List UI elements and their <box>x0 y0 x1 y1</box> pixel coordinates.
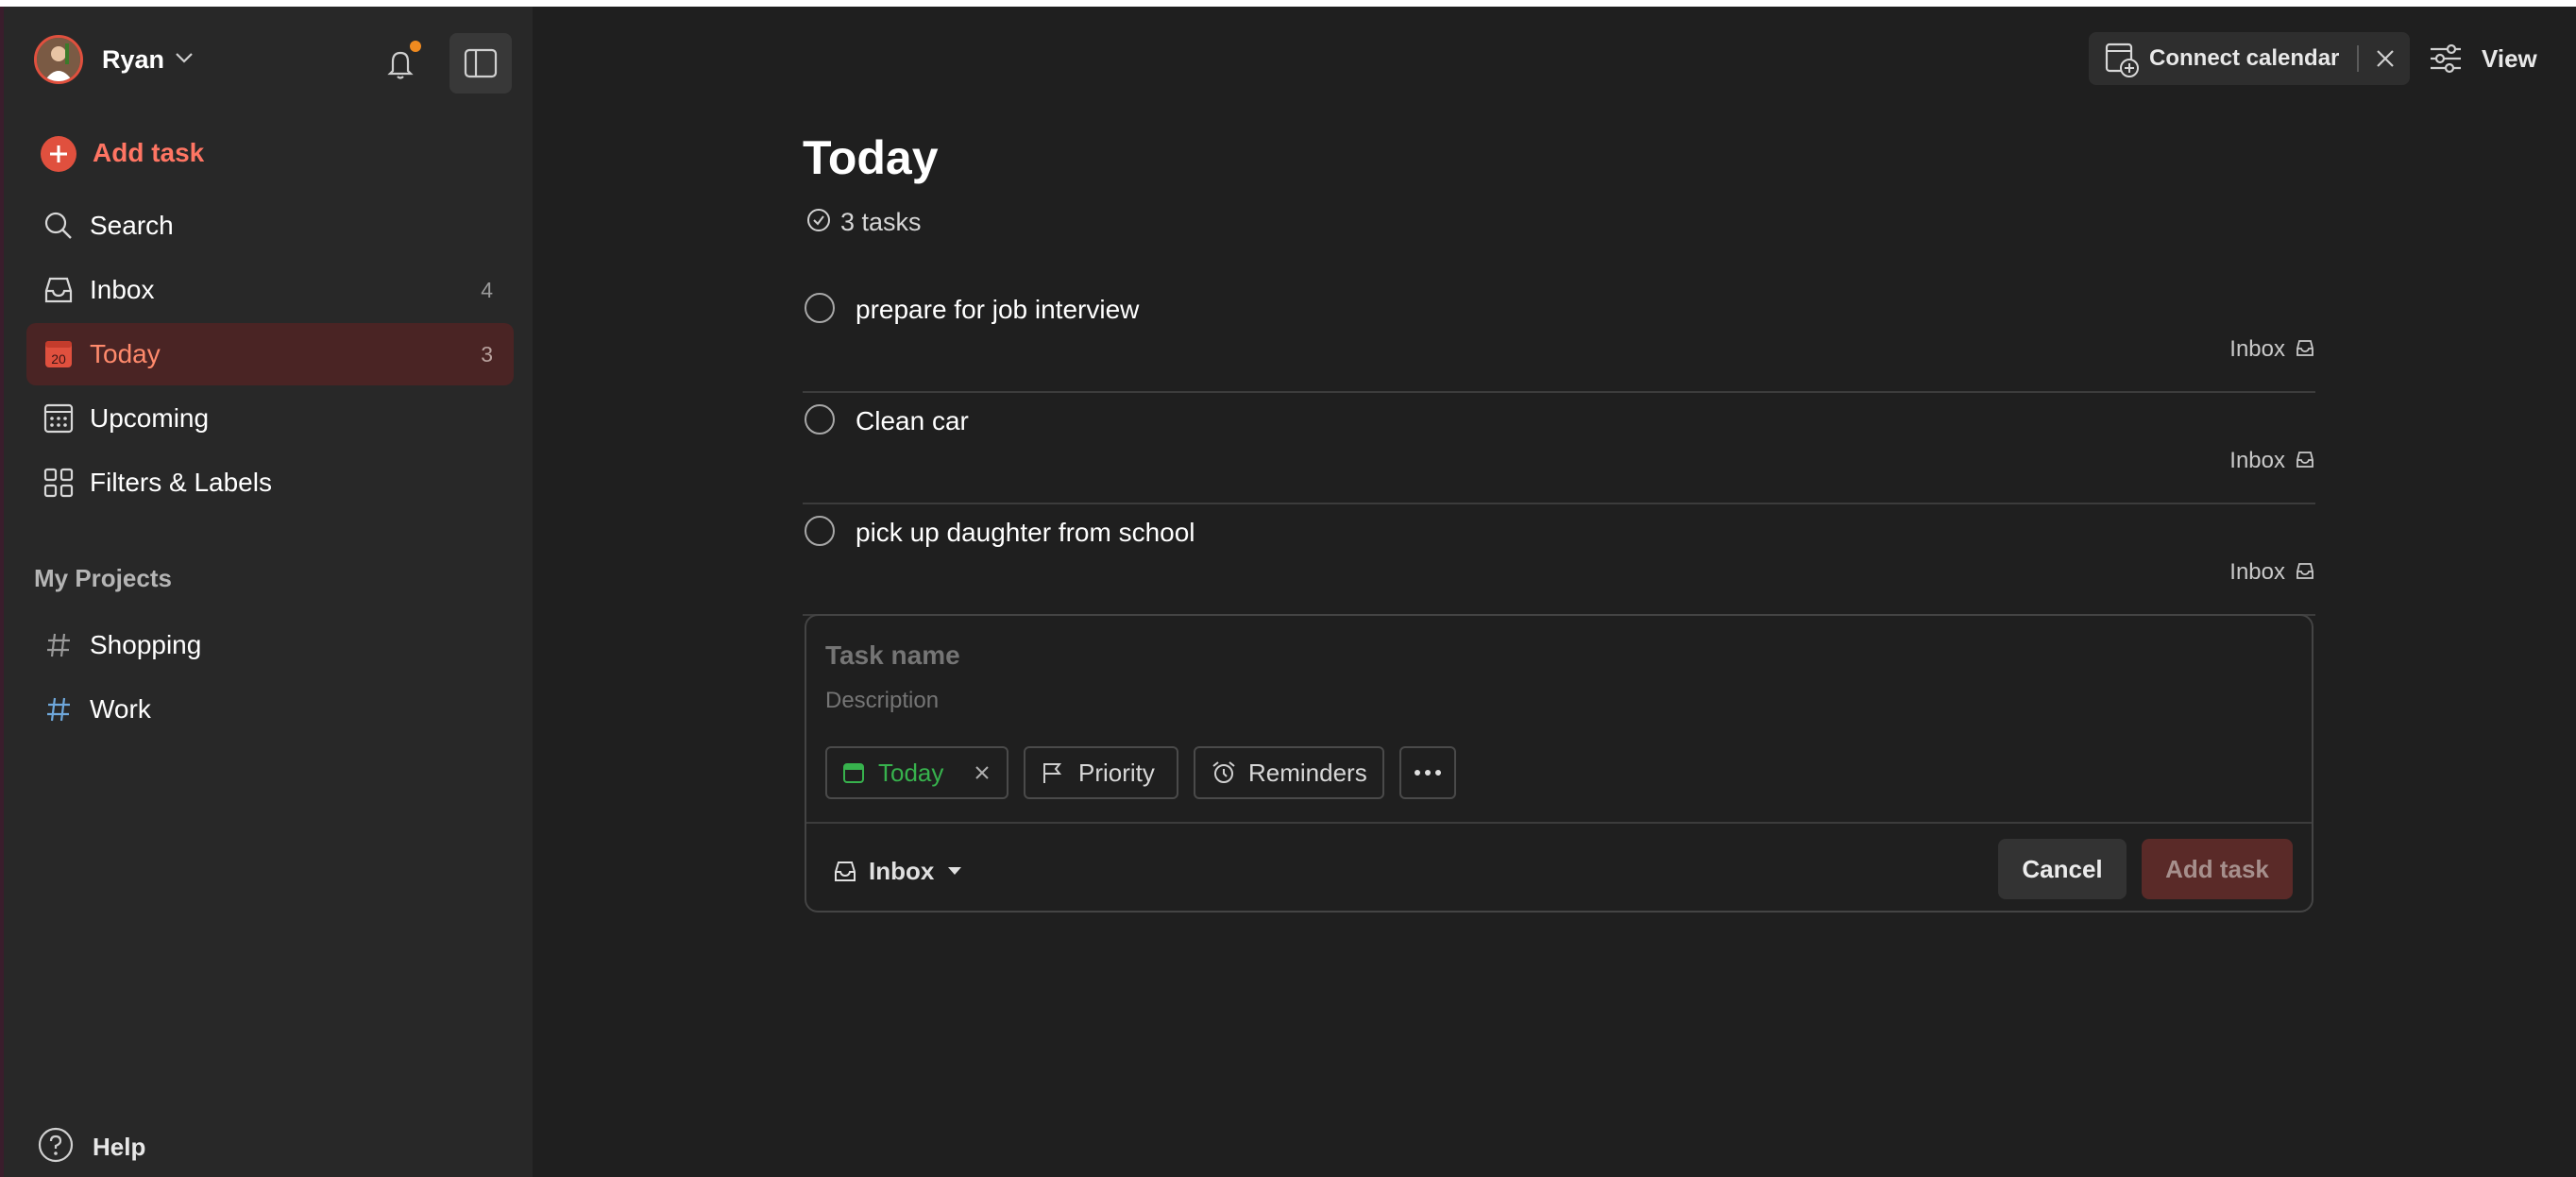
priority-chip[interactable]: Priority <box>1024 746 1178 799</box>
alarm-clock-icon <box>1211 759 1237 786</box>
task-row[interactable]: Clean car Inbox <box>803 391 2315 504</box>
help-button[interactable]: Help <box>38 1127 145 1168</box>
sidebar-item-upcoming[interactable]: Upcoming <box>26 387 514 450</box>
sidebar-item-inbox[interactable]: Inbox 4 <box>26 259 514 321</box>
task-project[interactable]: Inbox <box>2229 559 2315 586</box>
inbox-icon <box>42 273 76 307</box>
due-date-label: Today <box>878 758 944 787</box>
help-label: Help <box>93 1133 146 1161</box>
more-dots-icon <box>1413 769 1443 776</box>
sidebar-item-label: Today <box>90 339 161 368</box>
reminders-label: Reminders <box>1248 758 1367 787</box>
complete-task-checkbox[interactable] <box>805 516 835 546</box>
connect-calendar-button[interactable]: Connect calendar <box>2149 45 2339 72</box>
task-title[interactable]: pick up daughter from school <box>856 518 1195 548</box>
sidebar: Ryan Add task Search Inbox 4 20 Today 3 … <box>4 7 533 1177</box>
inbox-icon <box>2295 337 2315 363</box>
calendar-icon <box>842 761 865 784</box>
hash-icon <box>42 628 76 662</box>
task-count-label: 3 tasks <box>840 208 922 236</box>
svg-text:20: 20 <box>51 351 66 367</box>
today-count: 3 <box>481 341 493 367</box>
inbox-icon <box>2295 449 2315 474</box>
add-task-button[interactable]: Add task <box>26 122 514 184</box>
chevron-down-icon <box>174 51 195 69</box>
reminders-chip[interactable]: Reminders <box>1194 746 1384 799</box>
task-title[interactable]: Clean car <box>856 406 969 436</box>
close-icon[interactable] <box>2372 45 2398 72</box>
page-title: Today <box>803 131 939 184</box>
inbox-count: 4 <box>481 277 493 302</box>
view-label: View <box>2482 43 2537 73</box>
task-editor: Today Priority Reminders Inbox Cancel Ad… <box>805 614 2313 913</box>
more-options-button[interactable] <box>1399 746 1456 799</box>
sidebar-item-label: Filters & Labels <box>90 468 272 497</box>
sidebar-project-shopping[interactable]: Shopping <box>26 614 514 676</box>
inbox-icon <box>2295 560 2315 586</box>
caret-down-icon <box>947 866 962 876</box>
calendar-grid-icon <box>42 401 76 435</box>
sidebar-item-label: Upcoming <box>90 403 210 433</box>
user-menu[interactable]: Ryan <box>34 35 195 84</box>
due-date-chip[interactable]: Today <box>825 746 1008 799</box>
task-count: 3 tasks <box>806 208 922 237</box>
sidebar-item-search[interactable]: Search <box>26 195 514 257</box>
view-button[interactable]: View <box>2429 32 2551 85</box>
check-circle-icon <box>806 208 831 237</box>
add-task-submit-button[interactable]: Add task <box>2142 839 2293 899</box>
divider <box>2357 45 2359 72</box>
task-name-input[interactable] <box>825 640 2242 671</box>
hash-icon <box>42 692 76 726</box>
calendar-add-icon <box>2104 42 2140 82</box>
task-project[interactable]: Inbox <box>2229 336 2315 363</box>
project-selector[interactable]: Inbox <box>833 848 962 894</box>
task-project-label: Inbox <box>2229 336 2285 362</box>
project-label: Work <box>90 694 151 724</box>
priority-label: Priority <box>1078 758 1155 787</box>
task-row[interactable]: prepare for job interview Inbox <box>803 280 2315 393</box>
task-project[interactable]: Inbox <box>2229 448 2315 474</box>
help-icon <box>38 1127 74 1168</box>
filters-grid-icon <box>42 466 76 500</box>
project-selector-label: Inbox <box>869 856 935 885</box>
notification-dot <box>410 41 421 52</box>
complete-task-checkbox[interactable] <box>805 293 835 323</box>
sidebar-item-label: Search <box>90 211 174 240</box>
clear-date-icon[interactable] <box>973 763 991 782</box>
editor-divider <box>806 822 2312 824</box>
inbox-icon <box>833 859 857 883</box>
sidebar-project-work[interactable]: Work <box>26 678 514 741</box>
avatar <box>34 35 83 84</box>
cancel-button[interactable]: Cancel <box>1998 839 2127 899</box>
task-project-label: Inbox <box>2229 559 2285 585</box>
project-label: Shopping <box>90 630 202 659</box>
my-projects-heading[interactable]: My Projects <box>34 564 172 593</box>
search-icon <box>42 209 76 243</box>
task-project-label: Inbox <box>2229 448 2285 473</box>
window-top-strip <box>0 0 2576 7</box>
connect-calendar-banner: Connect calendar <box>2089 32 2410 85</box>
add-task-label: Add task <box>93 138 205 167</box>
sidebar-item-label: Inbox <box>90 275 155 304</box>
complete-task-checkbox[interactable] <box>805 404 835 435</box>
today-calendar-icon: 20 <box>42 337 76 371</box>
sliders-icon <box>2429 43 2463 78</box>
task-row[interactable]: pick up daughter from school Inbox <box>803 503 2315 616</box>
task-description-input[interactable] <box>825 688 2242 714</box>
sidebar-item-today[interactable]: 20 Today 3 <box>26 323 514 385</box>
user-name: Ryan <box>102 44 165 74</box>
task-title[interactable]: prepare for job interview <box>856 295 1139 325</box>
flag-icon <box>1041 760 1065 785</box>
sidebar-toggle-button[interactable] <box>449 33 512 94</box>
sidebar-panel-icon <box>464 48 498 78</box>
plus-circle-icon <box>40 135 77 173</box>
sidebar-item-filters-labels[interactable]: Filters & Labels <box>26 452 514 514</box>
